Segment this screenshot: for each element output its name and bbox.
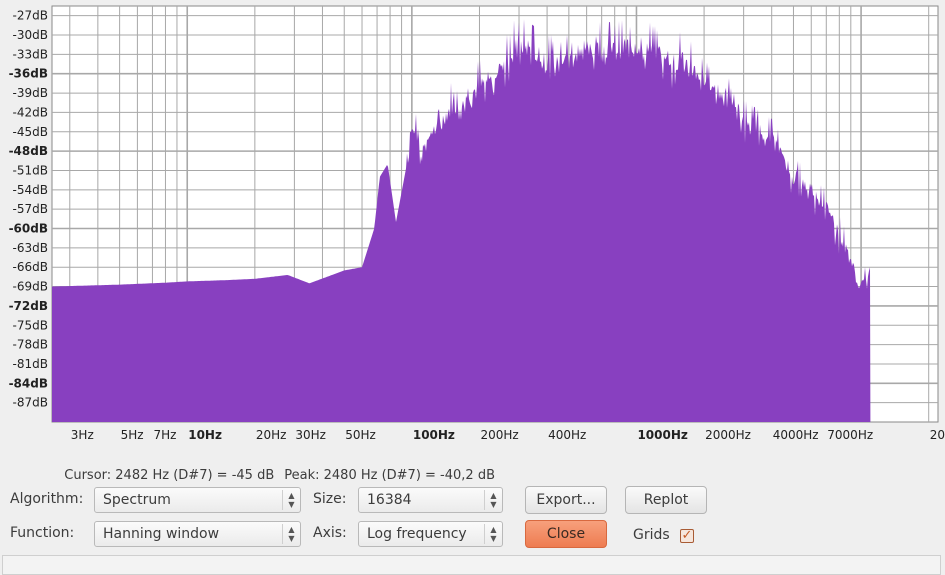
x-tick-label: 50Hz xyxy=(345,428,376,442)
algorithm-select[interactable]: Spectrum ▲ ▼ xyxy=(94,487,301,513)
size-label: Size: xyxy=(313,491,347,507)
export-button[interactable]: Export... xyxy=(525,486,607,514)
y-tick-label: -39dB xyxy=(13,86,48,100)
y-tick-label: -36dB xyxy=(9,67,48,81)
grids-checkbox[interactable]: ✓ xyxy=(680,529,694,543)
function-label: Function: xyxy=(10,525,75,541)
spectrum-plot-area[interactable]: -27dB -30dB -33dB -36dB -39dB -42dB -45dB -48dB… xyxy=(0,0,945,450)
y-tick-label: -51dB xyxy=(13,163,48,177)
y-axis-labels: -27dB -30dB -33dB -36dB -39dB -42dB -45dB -48dB… xyxy=(9,9,48,410)
function-value: Hanning window xyxy=(103,526,220,542)
spinner-arrows-icon: ▲ ▼ xyxy=(282,490,300,510)
x-tick-label: 1000Hz xyxy=(637,428,687,442)
cursor-readout: Cursor: 2482 Hz (D#7) = -45 dB xyxy=(64,468,275,483)
x-tick-label: 30Hz xyxy=(295,428,326,442)
algorithm-value: Spectrum xyxy=(103,492,171,508)
y-tick-label: -75dB xyxy=(13,318,48,332)
y-tick-label: -48dB xyxy=(9,144,48,158)
axis-value: Log frequency xyxy=(367,526,467,542)
x-tick-label: 20000Hz xyxy=(930,428,945,442)
x-tick-label: 3Hz xyxy=(71,428,94,442)
checkmark-icon: ✓ xyxy=(681,528,693,543)
x-tick-label: 200Hz xyxy=(480,428,518,442)
size-value: 16384 xyxy=(367,492,412,508)
status-bar xyxy=(2,555,941,575)
y-tick-label: -60dB xyxy=(9,222,48,236)
spinner-arrows-icon: ▲ ▼ xyxy=(282,524,300,544)
y-tick-label: -57dB xyxy=(13,202,48,216)
spinner-arrows-icon: ▲ ▼ xyxy=(484,524,502,544)
axis-label: Axis: xyxy=(313,525,347,541)
x-tick-label: 5Hz xyxy=(121,428,144,442)
y-tick-label: -45dB xyxy=(13,125,48,139)
y-tick-label: -54dB xyxy=(13,183,48,197)
x-tick-label: 400Hz xyxy=(548,428,586,442)
close-button[interactable]: Close xyxy=(525,520,607,548)
y-tick-label: -33dB xyxy=(13,47,48,61)
size-select[interactable]: 16384 ▲ ▼ xyxy=(358,487,503,513)
y-tick-label: -42dB xyxy=(13,105,48,119)
algorithm-label: Algorithm: xyxy=(10,491,84,507)
x-tick-label: 10Hz xyxy=(188,428,222,442)
y-tick-label: -66dB xyxy=(13,260,48,274)
x-tick-label: 4000Hz xyxy=(773,428,819,442)
peak-readout: Peak: 2480 Hz (D#7) = -40,2 dB xyxy=(284,468,495,483)
y-tick-label: -78dB xyxy=(13,338,48,352)
function-select[interactable]: Hanning window ▲ ▼ xyxy=(94,521,301,547)
x-tick-label: 20Hz xyxy=(256,428,287,442)
x-tick-label: 7Hz xyxy=(153,428,176,442)
spinner-arrows-icon: ▲ ▼ xyxy=(484,490,502,510)
y-tick-label: -84dB xyxy=(9,376,48,390)
y-tick-label: -72dB xyxy=(9,299,48,313)
y-tick-label: -69dB xyxy=(13,280,48,294)
cursor-peak-readout: Cursor: 2482 Hz (D#7) = -45 dB Peak: 2480… xyxy=(56,453,505,483)
grids-label: Grids xyxy=(633,527,670,543)
axis-select[interactable]: Log frequency ▲ ▼ xyxy=(358,521,503,547)
y-tick-label: -30dB xyxy=(13,28,48,42)
y-tick-label: -63dB xyxy=(13,241,48,255)
y-tick-label: -27dB xyxy=(13,9,48,23)
spectrum-plot[interactable]: -27dB -30dB -33dB -36dB -39dB -42dB -45dB -48dB… xyxy=(0,0,945,450)
y-tick-label: -87dB xyxy=(13,396,48,410)
x-axis-labels: 3Hz 5Hz 7Hz 10Hz 20Hz 30Hz 50Hz 100Hz 200Hz 400Hz… xyxy=(71,428,945,442)
x-tick-label: 7000Hz xyxy=(827,428,873,442)
x-tick-label: 100Hz xyxy=(413,428,455,442)
y-tick-label: -81dB xyxy=(13,357,48,371)
x-tick-label: 2000Hz xyxy=(705,428,751,442)
replot-button[interactable]: Replot xyxy=(625,486,707,514)
